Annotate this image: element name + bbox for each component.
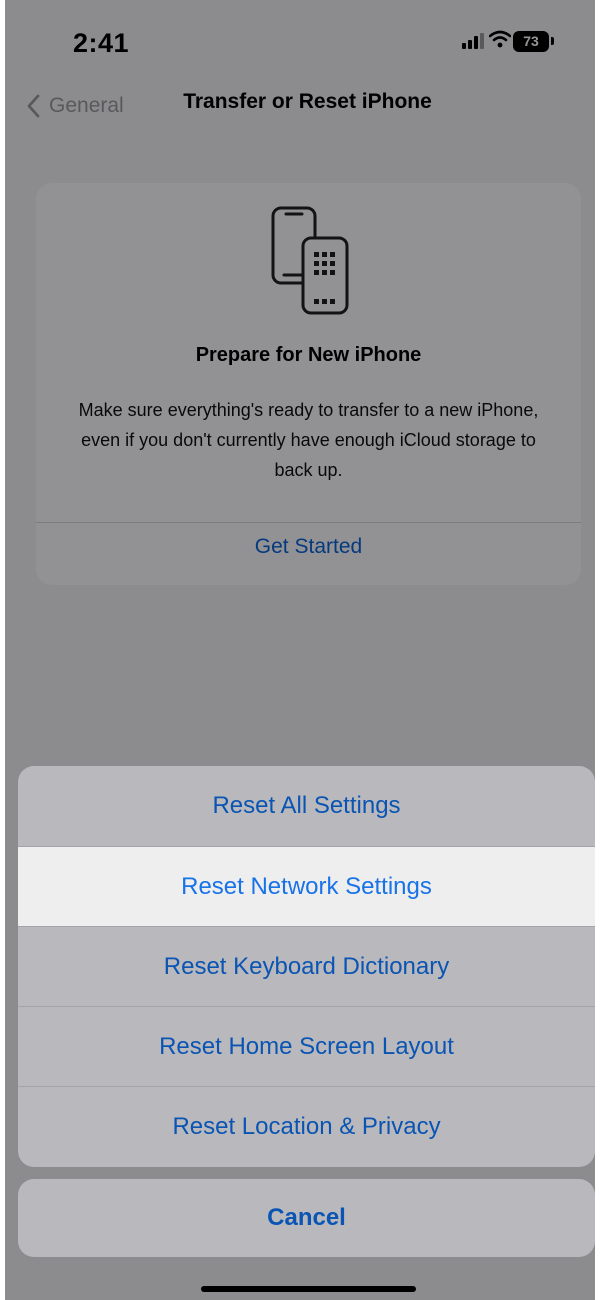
prepare-card: Prepare for New iPhone Make sure everyth… (36, 183, 581, 585)
get-started-button[interactable]: Get Started (36, 535, 581, 559)
screen: 2:41 73 General Transfer or Reset iPhone (5, 0, 595, 1300)
card-divider (36, 522, 581, 523)
reset-location-privacy-button[interactable]: Reset Location & Privacy (18, 1087, 595, 1166)
page-title: Transfer or Reset iPhone (183, 90, 432, 113)
home-indicator[interactable] (201, 1286, 416, 1292)
two-phones-icon (271, 206, 349, 315)
reset-home-screen-layout-button[interactable]: Reset Home Screen Layout (18, 1007, 595, 1086)
card-title: Prepare for New iPhone (195, 344, 422, 366)
battery-nub (551, 37, 554, 45)
reset-network-settings-button[interactable]: Reset Network Settings (18, 847, 595, 926)
wifi-icon (489, 30, 511, 48)
action-sheet: Reset All Settings Reset Keyboard Dictio… (18, 766, 595, 1167)
reset-keyboard-dictionary-button[interactable]: Reset Keyboard Dictionary (18, 927, 595, 1006)
status-bar: 2:41 73 (5, 0, 595, 80)
card-description: Make sure everything's ready to transfer… (78, 400, 539, 480)
reset-all-settings-button[interactable]: Reset All Settings (18, 766, 595, 845)
cancel-button[interactable]: Cancel (18, 1179, 595, 1257)
status-time: 2:41 (73, 28, 130, 58)
battery-icon: 73 (513, 31, 549, 52)
cellular-signal-icon (462, 33, 484, 49)
